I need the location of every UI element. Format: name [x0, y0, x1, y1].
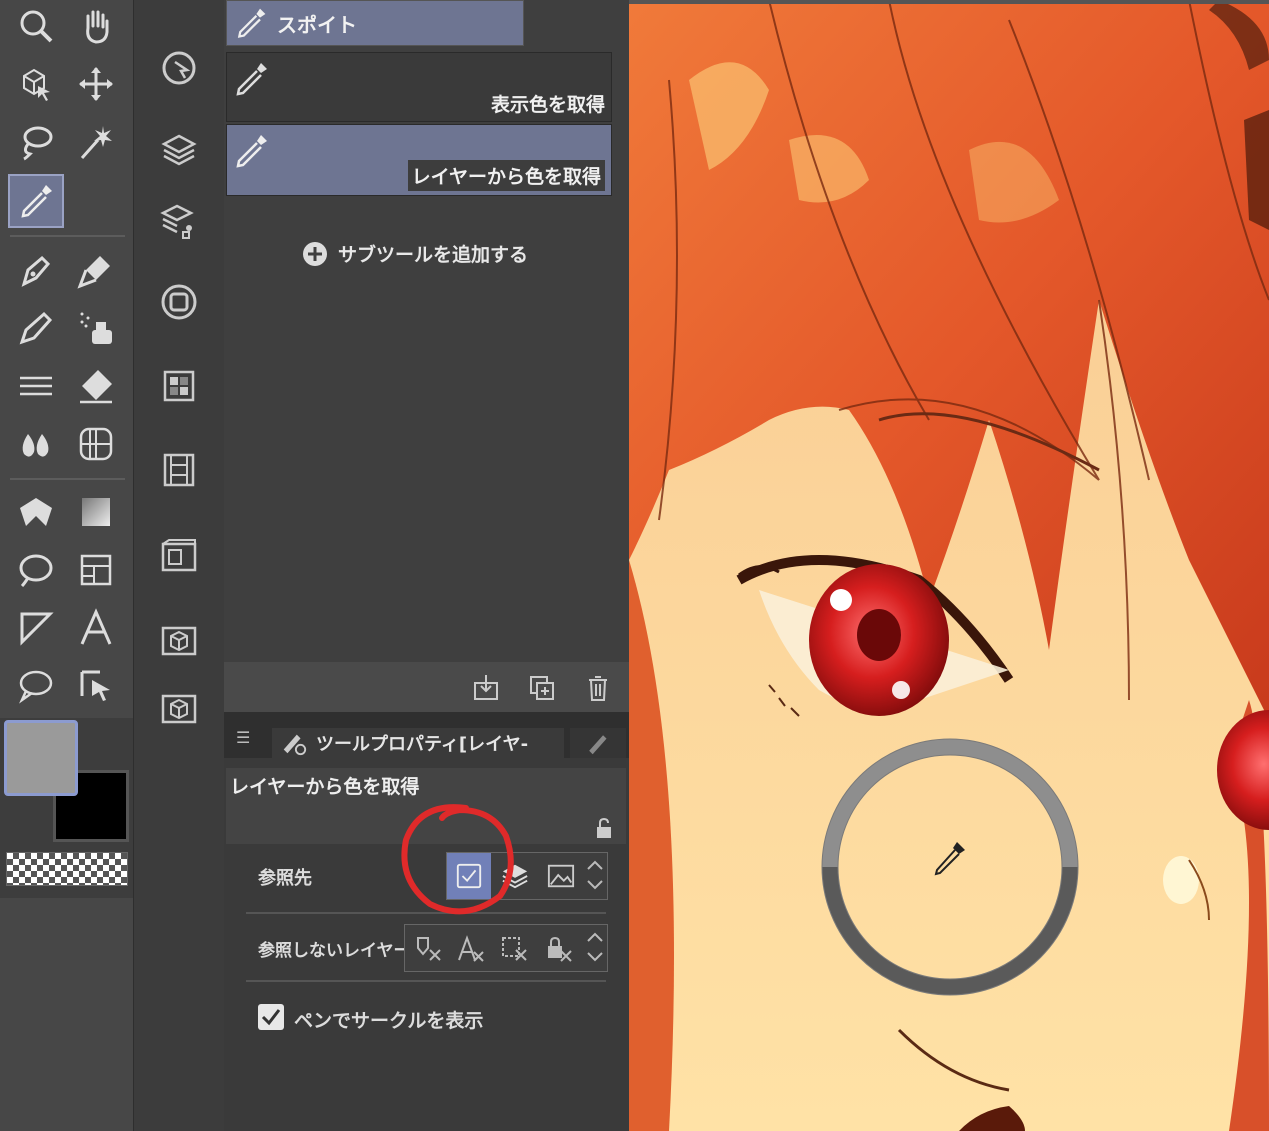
tab-tool-property[interactable]: ツールプロパティ[レイヤ-: [272, 728, 564, 758]
figure-tool-icon[interactable]: [70, 418, 122, 470]
canvas-area[interactable]: [629, 0, 1269, 1131]
chevron-updown-icon: [587, 932, 603, 962]
hand-tool-icon[interactable]: [70, 0, 122, 52]
correct-line-icon[interactable]: [70, 660, 122, 712]
quick-access-icon[interactable]: [159, 48, 199, 88]
annotation-red-circle: [401, 804, 514, 915]
divider: [10, 478, 125, 480]
subtool-item-display-color[interactable]: 表示色を取得: [226, 52, 612, 122]
exclude-spinner[interactable]: [585, 929, 607, 967]
story-icon[interactable]: [159, 536, 199, 576]
subtool-label: 表示色を取得: [490, 94, 605, 116]
ruler-tool-icon[interactable]: [10, 602, 62, 654]
trash-icon[interactable]: [576, 666, 620, 710]
3d-object-icon[interactable]: [159, 688, 199, 728]
zoom-tool-icon[interactable]: [10, 0, 62, 52]
exclude-text-layer-icon[interactable]: [449, 927, 493, 971]
exclude-layer-selector: [404, 924, 608, 972]
show-circle-checkbox[interactable]: [258, 1004, 284, 1030]
subtool-panel: スポイト 表示色を取得 レイヤーから色を取得 サブツールを追加する: [224, 0, 629, 712]
divider: [10, 235, 125, 237]
reference-label: 参照先: [258, 868, 312, 889]
eyedropper-icon: [236, 135, 267, 168]
exclude-locked-layer-icon[interactable]: [537, 927, 581, 971]
exclude-draft-layer-icon[interactable]: [407, 927, 451, 971]
tool-palette: [0, 0, 133, 1131]
fill-tool-icon[interactable]: [10, 486, 62, 538]
3d-material-icon[interactable]: [159, 620, 199, 660]
subtool-label: レイヤーから色を取得: [407, 160, 605, 191]
subtool-group-tab[interactable]: スポイト: [226, 0, 524, 46]
add-subtool-button[interactable]: サブツールを追加する: [302, 240, 528, 267]
navigator-icon[interactable]: [159, 282, 199, 322]
object-select-icon[interactable]: [10, 58, 62, 110]
blend-tool-icon[interactable]: [10, 418, 62, 470]
balloon-tool-icon[interactable]: [10, 660, 62, 712]
reference-layer-button[interactable]: [539, 853, 583, 899]
subtool-group-title: スポイト: [277, 12, 357, 37]
tool-property-icon: [283, 734, 307, 756]
duplicate-subtool-icon[interactable]: [520, 666, 564, 710]
transparent-color-swatch[interactable]: [6, 852, 128, 886]
pencil-tool-icon[interactable]: [10, 302, 62, 354]
text-tool-icon[interactable]: [70, 602, 122, 654]
airbrush-tool-icon[interactable]: [70, 302, 122, 354]
eyedropper-icon: [236, 63, 267, 96]
animation-timeline-icon[interactable]: [159, 450, 199, 490]
import-subtool-icon[interactable]: [464, 666, 508, 710]
lasso-select-icon[interactable]: [10, 116, 62, 168]
contour-fill-icon[interactable]: [10, 544, 62, 596]
checkmark-icon: [261, 1009, 281, 1026]
layer-group-icon[interactable]: [159, 130, 199, 170]
eyedropper-color-circle: [821, 738, 1079, 996]
tab-brush-size[interactable]: [570, 728, 626, 758]
eraser-tool-icon[interactable]: [70, 360, 122, 412]
subtool-item-layer-color[interactable]: レイヤーから色を取得: [226, 124, 612, 196]
pen-tool-icon[interactable]: [10, 244, 62, 296]
eyedropper-icon: [237, 8, 266, 38]
add-subtool-label: サブツールを追加する: [338, 244, 529, 266]
eyedropper-cursor-icon: [934, 842, 965, 876]
eyedropper-tool-icon[interactable]: [8, 174, 64, 228]
exclude-selection-layer-icon[interactable]: [493, 927, 537, 971]
subtool-footer: [224, 662, 629, 712]
magic-wand-icon[interactable]: [70, 116, 122, 168]
frame-border-icon[interactable]: [70, 544, 122, 596]
gradient-tool-icon[interactable]: [70, 486, 122, 538]
brush-size-icon: [589, 735, 607, 755]
divider: [246, 980, 606, 982]
property-title: レイヤーから色を取得: [230, 776, 420, 798]
tool-group-bar: [133, 0, 225, 1131]
move-tool-icon[interactable]: [70, 58, 122, 110]
decoration-tool-icon[interactable]: [10, 360, 62, 412]
show-circle-label: ペンでサークルを表示: [294, 1010, 484, 1032]
layer-property-icon[interactable]: [159, 200, 199, 240]
plus-circle-icon: [303, 241, 327, 266]
unlock-icon[interactable]: [592, 816, 616, 840]
tab-label: ツールプロパティ[レイヤ-: [316, 734, 529, 755]
material-icon[interactable]: [159, 366, 199, 406]
image-icon: [547, 864, 575, 888]
brush-tool-icon[interactable]: [70, 244, 122, 296]
main-color-swatch[interactable]: [4, 720, 78, 796]
exclude-layer-label: 参照しないレイヤー: [258, 941, 411, 961]
tool-property-panel: ☰ ツールプロパティ[レイヤ- レイヤーから色を取得 参照先 参照しないレイヤー: [224, 712, 629, 1131]
panel-menu-icon[interactable]: ☰: [236, 728, 250, 747]
chevron-updown-icon: [587, 860, 603, 890]
reference-spinner[interactable]: [585, 857, 607, 895]
